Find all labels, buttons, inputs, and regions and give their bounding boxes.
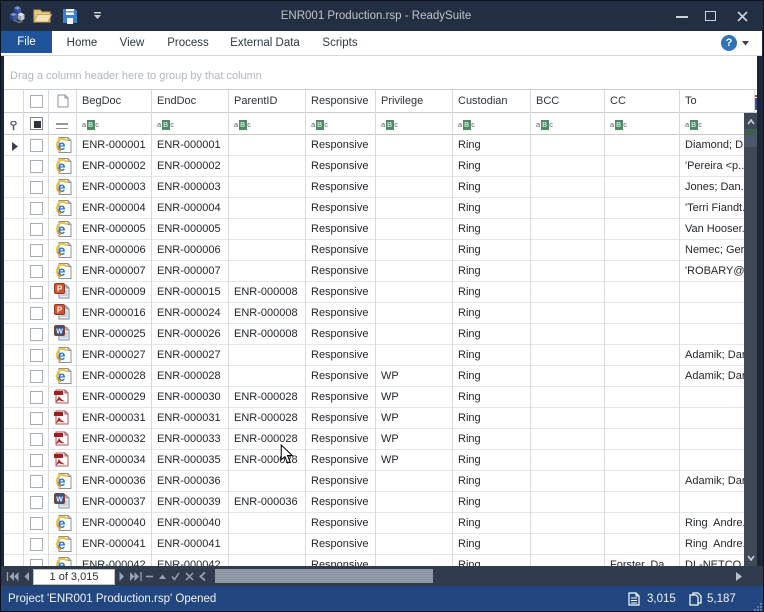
svg-text:P: P: [57, 284, 63, 293]
svg-text:W: W: [56, 496, 63, 503]
svg-text:W: W: [56, 328, 63, 335]
svg-text:P: P: [57, 305, 63, 314]
